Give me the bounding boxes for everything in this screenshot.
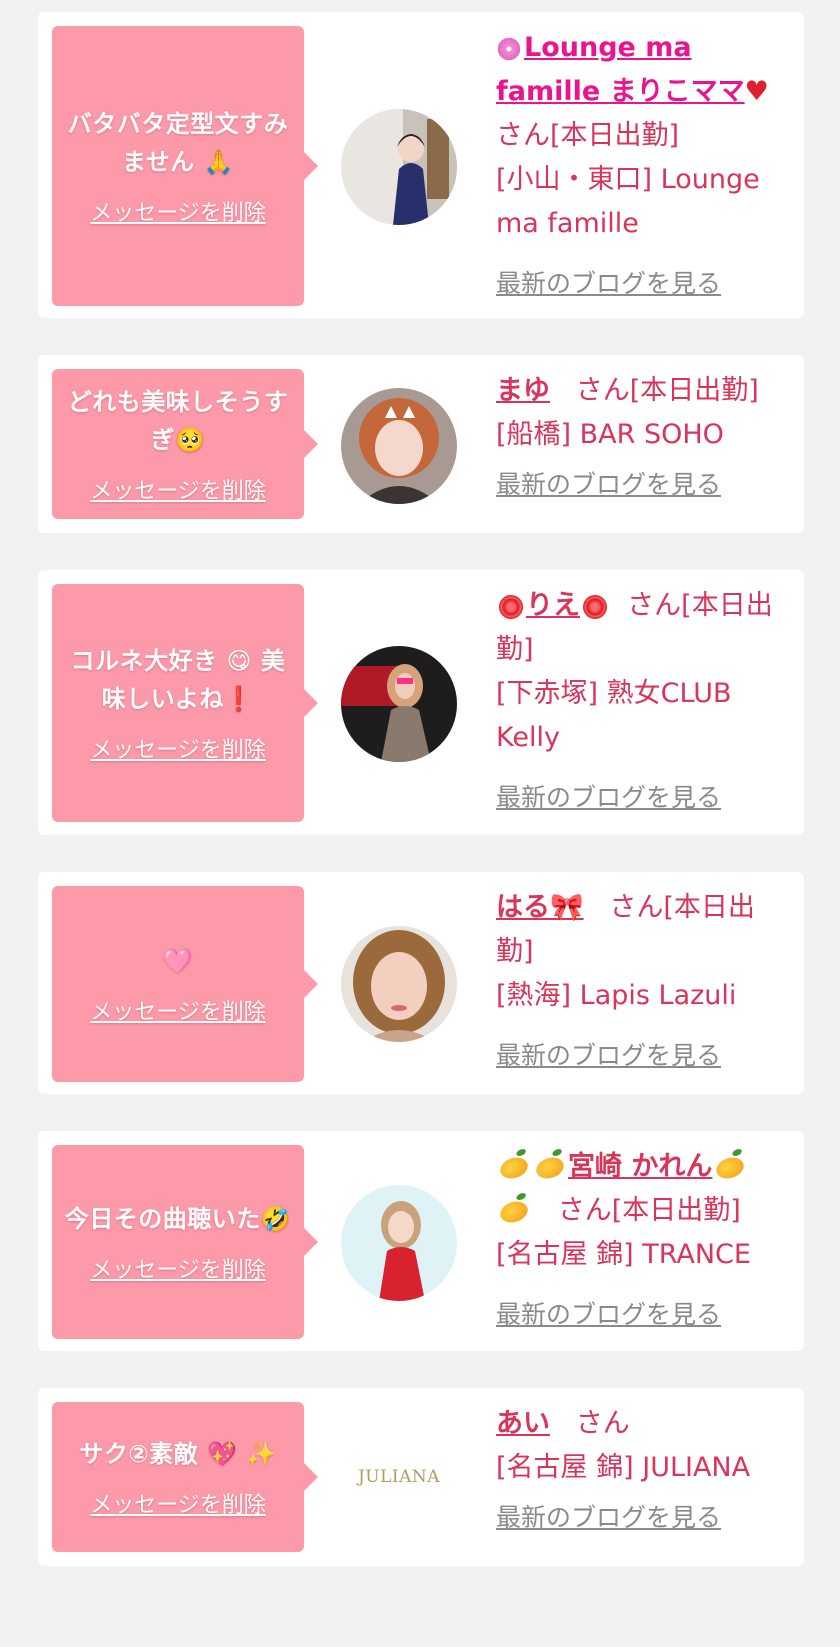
cast-name-link[interactable]: はる🎀 [496, 892, 584, 923]
list-item: サク②素敵 💖 ✨ メッセージを削除 JULIANA あい さん [名古屋 錦]… [38, 1388, 804, 1566]
avatar[interactable] [341, 926, 457, 1042]
avatar-photo [341, 388, 457, 504]
cast-name-link[interactable]: あい [496, 1408, 550, 1439]
cast-info: りえ さん[本日出勤] [下赤塚] 熟女CLUB Kelly 最新のブログを見る [496, 584, 788, 820]
message-text: サク②素敵 💖 ✨ [79, 1440, 277, 1468]
delete-message-link[interactable]: メッセージを削除 [90, 994, 266, 1026]
latest-blog-link[interactable]: 最新のブログを見る [496, 463, 788, 507]
cast-info: はる🎀 さん[本日出勤] [熱海] Lapis Lazuli 最新のブログを見る [496, 886, 788, 1078]
message-text: 今日その曲聴いた🤣 [64, 1205, 292, 1233]
message-bubble: バタバタ定型文すみません 🙏 メッセージを削除 [52, 26, 318, 306]
message-text: コルネ大好き 😋 美味しいよね❗ [70, 647, 286, 713]
message-text: 🩷 [162, 947, 194, 975]
cast-status: さん [575, 1408, 630, 1439]
avatar-photo [341, 646, 457, 762]
mango-icon [497, 1152, 531, 1183]
cast-info: あい さん [名古屋 錦] JULIANA 最新のブログを見る [496, 1402, 788, 1540]
delete-message-link[interactable]: メッセージを削除 [90, 1252, 266, 1284]
message-list: バタバタ定型文すみません 🙏 メッセージを削除 Lounge ma famill… [0, 0, 840, 1566]
list-item: 🩷 メッセージを削除 はる🎀 さん[本日出勤] [熱海] Lapis Lazul… [38, 872, 804, 1094]
shop-name: [名古屋 錦] JULIANA [496, 1452, 751, 1483]
shop-name: [小山・東口] Lounge ma famille [496, 164, 760, 239]
avatar[interactable] [341, 1185, 457, 1301]
latest-blog-link[interactable]: 最新のブログを見る [496, 776, 788, 820]
message-bubble: どれも美味しそうすぎ🥺 メッセージを削除 [52, 369, 318, 519]
cast-status: さん[本日出勤] [557, 1195, 741, 1226]
cast-status: さん[本日出勤] [575, 375, 759, 406]
avatar[interactable] [341, 646, 457, 762]
shop-name: [船橋] BAR SOHO [496, 419, 724, 450]
cast-info: 宮崎 かれん さん[本日出勤] [名古屋 錦] TRANCE 最新のブログを見る [496, 1145, 788, 1337]
mango-icon [713, 1152, 748, 1183]
latest-blog-link[interactable]: 最新のブログを見る [496, 1496, 788, 1540]
rose-icon [583, 594, 607, 619]
latest-blog-link[interactable]: 最新のブログを見る [496, 262, 788, 306]
message-bubble: 🩷 メッセージを削除 [52, 886, 318, 1082]
list-item: どれも美味しそうすぎ🥺 メッセージを削除 まゆ さん[本日出勤] [船橋] BA… [38, 355, 804, 533]
cast-info: Lounge ma famille まりこママ♥ さん[本日出勤] [小山・東口… [496, 26, 788, 306]
list-item: 今日その曲聴いた🤣 メッセージを削除 宮崎 かれん さん[本日出勤] [名古屋 … [38, 1131, 804, 1351]
list-item: バタバタ定型文すみません 🙏 メッセージを削除 Lounge ma famill… [38, 12, 804, 318]
shop-logo[interactable]: JULIANA [341, 1457, 457, 1497]
latest-blog-link[interactable]: 最新のブログを見る [496, 1293, 788, 1337]
message-bubble: コルネ大好き 😋 美味しいよね❗ メッセージを削除 [52, 584, 318, 822]
cast-status: さん[本日出勤] [496, 120, 680, 151]
message-text: どれも美味しそうすぎ🥺 [67, 388, 289, 454]
delete-message-link[interactable]: メッセージを削除 [90, 1487, 266, 1519]
avatar-photo [341, 109, 457, 225]
avatar[interactable] [341, 109, 457, 225]
delete-message-link[interactable]: メッセージを削除 [90, 732, 266, 764]
cast-name-link[interactable]: りえ [526, 590, 580, 621]
delete-message-link[interactable]: メッセージを削除 [90, 473, 266, 505]
heart-icon: ♥ [744, 76, 769, 107]
shop-name: [名古屋 錦] TRANCE [496, 1239, 751, 1270]
logo-text: JULIANA [357, 1467, 441, 1487]
avatar-photo [341, 1185, 457, 1301]
message-bubble: 今日その曲聴いた🤣 メッセージを削除 [52, 1145, 318, 1339]
flower-icon [496, 35, 522, 62]
cast-name-link[interactable]: まゆ [496, 375, 550, 406]
message-bubble: サク②素敵 💖 ✨ メッセージを削除 [52, 1402, 318, 1552]
mango-icon [533, 1152, 567, 1183]
delete-message-link[interactable]: メッセージを削除 [90, 195, 266, 227]
latest-blog-link[interactable]: 最新のブログを見る [496, 1034, 788, 1078]
shop-name: [熱海] Lapis Lazuli [496, 980, 737, 1011]
rose-icon [499, 594, 523, 619]
shop-name: [下赤塚] 熟女CLUB Kelly [496, 678, 732, 753]
message-text: バタバタ定型文すみません 🙏 [67, 110, 289, 176]
avatar[interactable] [341, 388, 457, 504]
avatar-photo [341, 926, 457, 1042]
cast-name-link[interactable]: Lounge ma famille まりこママ [496, 32, 745, 107]
list-item: コルネ大好き 😋 美味しいよね❗ メッセージを削除 りえ さん[本日出勤] [下… [38, 570, 804, 835]
cast-info: まゆ さん[本日出勤] [船橋] BAR SOHO 最新のブログを見る [496, 369, 788, 507]
mango-icon [497, 1196, 531, 1227]
cast-name-link[interactable]: 宮崎 かれん [568, 1151, 712, 1182]
